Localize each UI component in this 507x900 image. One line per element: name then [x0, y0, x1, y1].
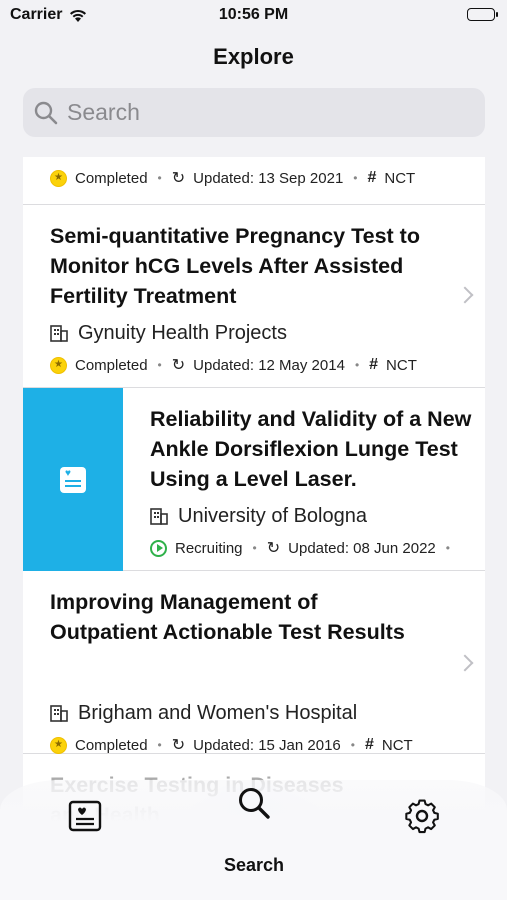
organization-label: Gynuity Health Projects [78, 321, 287, 344]
item-title: Reliability and Validity of a New Ankle … [150, 407, 472, 491]
health-record-icon [60, 466, 86, 493]
results-list[interactable]: Completed • ↻ Updated: 13 Sep 2021 • # N… [23, 157, 485, 857]
list-item[interactable]: Completed • ↻ Updated: 13 Sep 2021 • # N… [23, 157, 485, 205]
gear-icon [405, 799, 439, 834]
study-thumbnail [23, 388, 123, 571]
updated-label: Updated: 08 Jun 2022 [288, 539, 436, 557]
updated-icon: ↻ [266, 540, 281, 557]
hash-icon: # [364, 736, 374, 753]
item-organization: Gynuity Health Projects [50, 319, 445, 347]
building-icon [50, 325, 68, 342]
completed-icon [50, 356, 67, 374]
carrier: Carrier [10, 6, 88, 24]
updated-label: Updated: 15 Jan 2016 [193, 736, 341, 754]
status-label: Completed [75, 736, 148, 754]
search-input[interactable] [67, 99, 467, 126]
item-meta: Completed • ↻ Updated: 13 Sep 2021 • # N… [50, 168, 445, 188]
updated-icon: ↻ [171, 737, 186, 754]
carrier-label: Carrier [10, 6, 63, 23]
item-meta: Completed • ↻ Updated: 12 May 2014 • # N… [50, 355, 445, 375]
status-label: Completed [75, 169, 148, 187]
chevron-right-icon [456, 286, 474, 304]
list-item[interactable]: Semi-quantitative Pregnancy Test to Moni… [23, 205, 485, 388]
organization-label: Brigham and Women's Hospital [78, 701, 358, 724]
recruiting-icon [150, 539, 167, 557]
tab-settings[interactable] [404, 798, 440, 840]
chevron-right-icon [456, 654, 474, 672]
trial-id: NCT [381, 736, 413, 754]
completed-icon [50, 736, 67, 754]
item-title: Improving Management of Outpatient Actio… [50, 590, 405, 644]
page-title: Explore [213, 44, 294, 69]
trial-id: NCT [386, 356, 417, 374]
status-label: Completed [75, 356, 148, 374]
health-record-icon [68, 800, 102, 832]
building-icon [50, 705, 68, 722]
completed-icon [50, 169, 67, 187]
tab-records[interactable] [68, 800, 102, 838]
updated-icon: ↻ [171, 170, 186, 187]
list-item[interactable]: Improving Management of Outpatient Actio… [23, 571, 485, 754]
updated-icon: ↻ [171, 357, 186, 374]
item-meta: Completed • ↻ Updated: 15 Jan 2016 • # N… [50, 735, 445, 755]
item-title: Semi-quantitative Pregnancy Test to Moni… [50, 224, 420, 308]
item-meta: Recruiting • ↻ Updated: 08 Jun 2022 • [150, 538, 485, 558]
search-icon [34, 101, 58, 124]
tab-search-label: Search [223, 855, 285, 875]
organization-label: University of Bologna [178, 504, 367, 527]
item-organization: Brigham and Women's Hospital [50, 699, 445, 727]
updated-label: Updated: 12 May 2014 [193, 356, 345, 374]
updated-label: Updated: 13 Sep 2021 [193, 169, 344, 187]
search-icon [239, 788, 270, 819]
status-label: Recruiting [175, 539, 243, 557]
hash-icon: # [369, 356, 379, 373]
list-item[interactable]: Reliability and Validity of a New Ankle … [23, 388, 485, 571]
status-bar: Carrier 10:56 PM [0, 0, 507, 30]
building-icon [150, 508, 168, 525]
tab-search[interactable]: Search [214, 785, 294, 876]
trial-id: NCT [384, 169, 416, 187]
clock: 10:56 PM [218, 6, 289, 23]
battery-icon [467, 8, 498, 21]
hash-icon: # [367, 169, 377, 186]
wifi-icon [70, 9, 87, 22]
item-organization: University of Bologna [150, 502, 485, 530]
search-bar[interactable] [23, 88, 485, 137]
